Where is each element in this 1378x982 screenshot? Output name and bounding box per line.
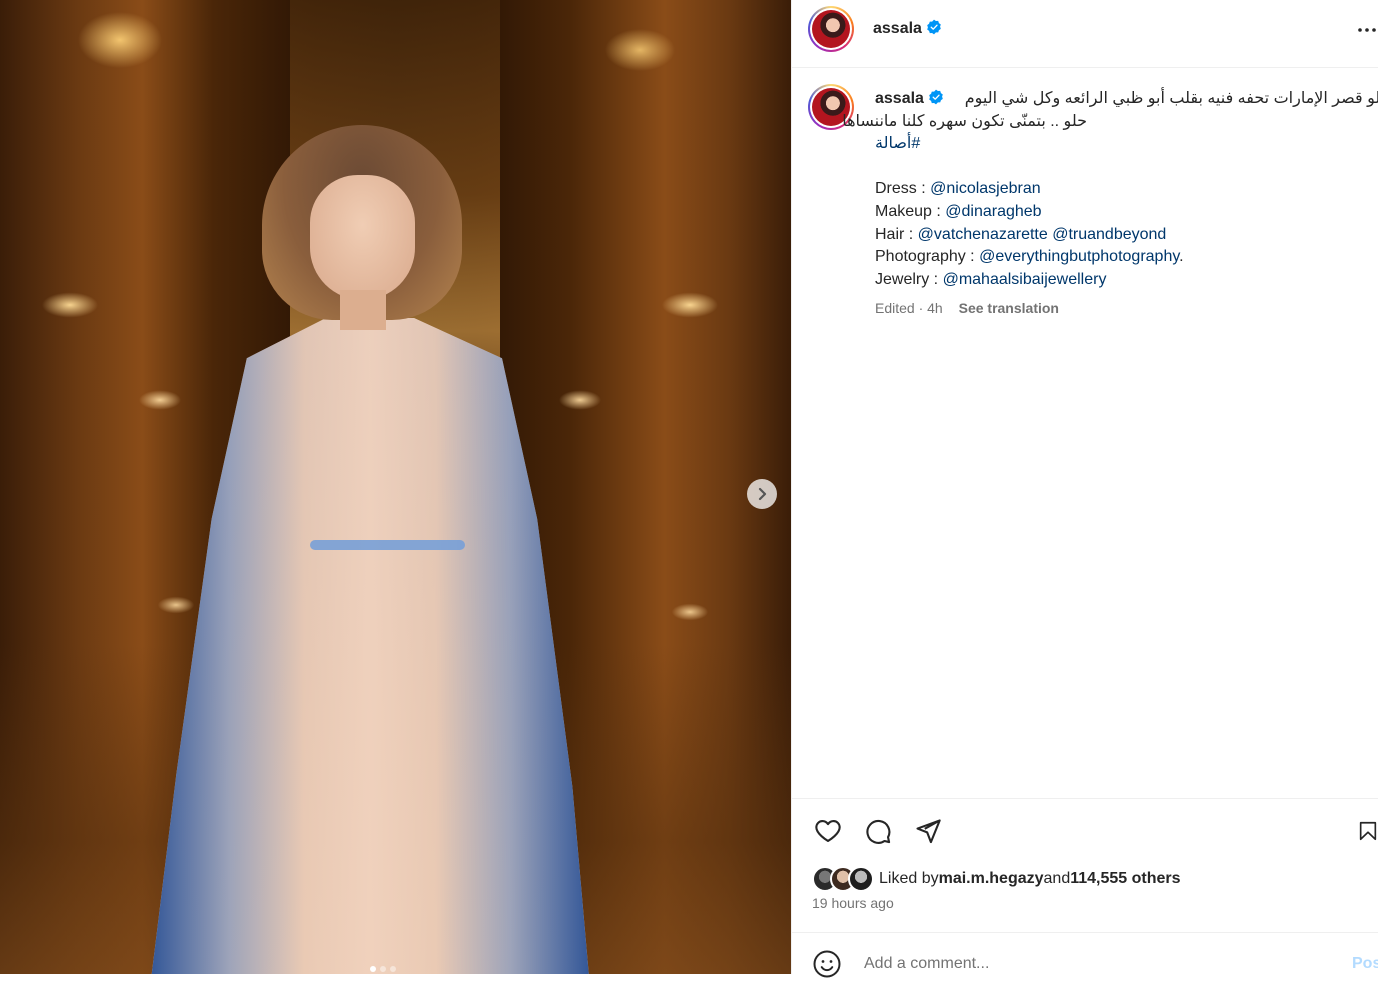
liker-avatar — [848, 866, 874, 892]
liker-avatars[interactable] — [812, 866, 874, 892]
share-button[interactable] — [912, 815, 944, 847]
credit-label: Makeup : — [875, 202, 946, 220]
comment-input[interactable] — [862, 951, 1326, 977]
carousel-dot — [390, 966, 396, 972]
likes-count[interactable]: 114,555 others — [1070, 870, 1180, 888]
credit-label: Dress : — [875, 180, 931, 198]
avatar-image — [812, 10, 850, 48]
credit-line: Hair : @vatchenazarette @truandbeyond — [875, 224, 1365, 247]
post-details-panel: assala assala المكان حلو قصر الإمارات تح… — [791, 0, 1378, 978]
caption-section: assala المكان حلو قصر الإمارات تحفه فنيه… — [792, 68, 1378, 798]
save-button[interactable] — [1357, 815, 1378, 847]
emoji-button[interactable] — [812, 949, 842, 979]
photo-face — [310, 175, 415, 300]
avatar[interactable] — [808, 6, 854, 52]
post-time[interactable]: 19 hours ago — [812, 895, 894, 911]
caption-meta: Edited · 4h See translation — [875, 300, 1059, 316]
mention-link[interactable]: @vatchenazarette — [918, 226, 1048, 243]
verified-badge-icon — [928, 89, 944, 113]
post-comment-button[interactable]: Post — [1352, 955, 1378, 973]
chevron-right-icon — [758, 487, 767, 501]
photo-neck — [340, 290, 386, 330]
caption-username[interactable]: assala — [875, 90, 924, 107]
comment-icon — [866, 819, 891, 844]
mention-link[interactable]: @truandbeyond — [1052, 226, 1166, 243]
header-user: assala — [873, 19, 942, 40]
credit-label: Hair : — [875, 225, 918, 243]
more-icon — [1358, 28, 1376, 32]
likes-summary: Liked by mai.m.hegazy and 114,555 others — [812, 866, 1181, 892]
mention-link[interactable]: @nicolasjebran — [930, 180, 1041, 197]
photo-dress — [150, 318, 590, 974]
photo-belt — [310, 540, 465, 550]
likes-middle: and — [1043, 870, 1071, 887]
edited-timestamp: Edited · 4h — [875, 300, 943, 316]
credit-line: Dress : @nicolasjebran — [875, 178, 1365, 201]
share-icon — [916, 819, 941, 844]
post-media[interactable] — [0, 0, 791, 974]
likes-prefix: Liked by — [879, 870, 939, 887]
comment-composer: Post — [792, 932, 1378, 978]
heart-icon — [815, 820, 841, 842]
action-bar — [792, 798, 1378, 863]
credit-line: Jewelry : @mahaalsibaijewellery — [875, 269, 1365, 292]
like-button[interactable] — [812, 815, 844, 847]
credit-suffix: . — [1179, 248, 1184, 266]
next-slide-button[interactable] — [747, 479, 777, 509]
liked-by-user[interactable]: mai.m.hegazy — [939, 870, 1044, 888]
credit-line: Photography : @everythingbutphotography. — [875, 246, 1365, 269]
credit-label: Photography : — [875, 248, 980, 266]
emoji-icon — [813, 950, 841, 978]
bookmark-icon — [1359, 821, 1377, 841]
comment-button[interactable] — [862, 815, 894, 847]
carousel-indicators — [370, 966, 396, 972]
carousel-dot — [370, 966, 376, 972]
header-username[interactable]: assala — [873, 20, 922, 37]
carousel-dot — [380, 966, 386, 972]
credit-line: Makeup : @dinaragheb — [875, 201, 1365, 224]
caption-hashtag[interactable]: #أصالة — [875, 133, 920, 156]
more-options-button[interactable] — [1355, 18, 1378, 42]
see-translation-link[interactable]: See translation — [959, 300, 1059, 316]
mention-link[interactable]: @everythingbutphotography — [979, 248, 1179, 265]
mention-link[interactable]: @dinaragheb — [945, 203, 1041, 220]
caption-text: assala المكان حلو قصر الإمارات تحفه فنيه… — [842, 88, 1378, 291]
caption-user: assala — [875, 88, 944, 113]
credit-label: Jewelry : — [875, 270, 943, 288]
caption-arabic-line-2: حلو .. بتمنّى تكون سهره كلنا ماننساها — [842, 112, 1087, 130]
mention-link[interactable]: @mahaalsibaijewellery — [943, 271, 1107, 288]
verified-badge-icon — [926, 19, 942, 40]
post-header: assala — [792, 0, 1378, 68]
caption-arabic-line-1: المكان حلو قصر الإمارات تحفه فنيه بقلب أ… — [964, 90, 1378, 107]
caption-credits: Dress : @nicolasjebran Makeup : @dinaragh… — [875, 178, 1365, 291]
